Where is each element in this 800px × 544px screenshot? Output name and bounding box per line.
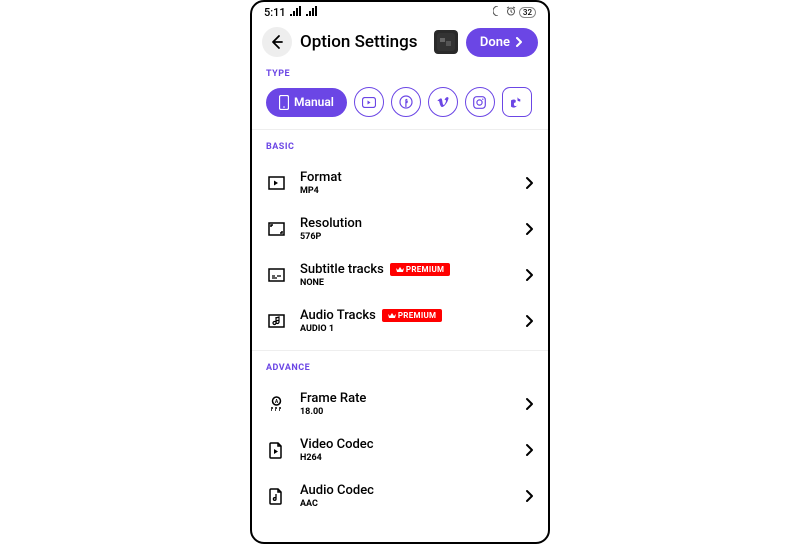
chevron-right-icon <box>514 37 524 47</box>
subtitle-title: Subtitle tracks <box>300 262 384 277</box>
premium-badge: PREMIUM <box>382 309 443 322</box>
type-row: Manual <box>266 87 534 117</box>
tiktok-icon <box>511 96 522 109</box>
crown-icon <box>396 266 404 273</box>
manual-label: Manual <box>294 95 334 109</box>
chevron-right-icon <box>525 314 534 328</box>
facebook-icon <box>399 95 413 109</box>
page-title: Option Settings <box>300 32 426 52</box>
framerate-icon: A <box>266 394 286 414</box>
status-time: 5:11 <box>264 6 286 19</box>
chevron-right-icon <box>525 176 534 190</box>
audio-codec-title: Audio Codec <box>300 483 525 498</box>
done-label: Done <box>480 35 510 50</box>
setting-subtitle-tracks[interactable]: Subtitle tracks PREMIUM NONE <box>252 252 548 298</box>
type-vimeo[interactable] <box>428 87 458 117</box>
format-value: MP4 <box>300 186 525 196</box>
status-left: 5:11 <box>264 6 318 19</box>
setting-resolution[interactable]: Resolution 576P <box>252 206 548 252</box>
video-codec-value: H264 <box>300 453 525 463</box>
status-right: 32 <box>493 6 536 19</box>
phone-frame: 5:11 32 Option Settings Done <box>250 0 550 544</box>
resolution-title: Resolution <box>300 216 525 231</box>
subtitle-icon <box>266 265 286 285</box>
status-bar: 5:11 32 <box>252 2 548 21</box>
chevron-right-icon <box>525 489 534 503</box>
type-instagram[interactable] <box>465 87 495 117</box>
instagram-icon <box>473 96 486 109</box>
signal-icon-2 <box>306 6 318 19</box>
resolution-value: 576P <box>300 232 525 242</box>
type-section: TYPE Manual <box>252 63 548 123</box>
setting-video-codec[interactable]: Video Codec H264 <box>252 427 548 473</box>
arrow-left-icon <box>269 34 285 50</box>
alarm-icon <box>506 6 516 19</box>
framerate-title: Frame Rate <box>300 391 525 406</box>
video-codec-icon <box>266 440 286 460</box>
audio-codec-value: AAC <box>300 499 525 509</box>
done-button[interactable]: Done <box>466 28 538 57</box>
setting-audio-codec[interactable]: Audio Codec AAC <box>252 473 548 519</box>
back-button[interactable] <box>262 27 292 57</box>
thumbnail-image-icon <box>437 33 455 51</box>
chevron-right-icon <box>525 268 534 282</box>
chevron-right-icon <box>525 222 534 236</box>
resolution-icon <box>266 219 286 239</box>
divider <box>252 350 548 351</box>
premium-badge: PREMIUM <box>390 263 451 276</box>
framerate-value: 18.00 <box>300 407 525 417</box>
basic-section-header: BASIC <box>252 136 548 152</box>
video-codec-title: Video Codec <box>300 437 525 452</box>
moon-icon <box>493 6 503 19</box>
crown-icon <box>388 312 396 319</box>
signal-icon <box>290 6 302 19</box>
basic-section-label: BASIC <box>266 142 534 152</box>
audio-codec-icon <box>266 486 286 506</box>
setting-frame-rate[interactable]: A Frame Rate 18.00 <box>252 381 548 427</box>
youtube-icon <box>362 97 376 108</box>
app-header: Option Settings Done <box>252 21 548 63</box>
type-facebook[interactable] <box>391 87 421 117</box>
format-title: Format <box>300 170 525 185</box>
setting-format[interactable]: Format MP4 <box>252 160 548 206</box>
type-youtube[interactable] <box>354 87 384 117</box>
format-icon <box>266 173 286 193</box>
subtitle-value: NONE <box>300 278 525 288</box>
advance-section-header: ADVANCE <box>252 357 548 373</box>
setting-audio-tracks[interactable]: Audio Tracks PREMIUM AUDIO 1 <box>252 298 548 344</box>
type-section-label: TYPE <box>266 69 534 79</box>
preview-thumbnail[interactable] <box>434 30 458 54</box>
audio-title: Audio Tracks <box>300 308 376 323</box>
type-tiktok[interactable] <box>502 87 532 117</box>
chevron-right-icon <box>525 397 534 411</box>
audio-icon <box>266 311 286 331</box>
battery-icon: 32 <box>519 7 536 18</box>
divider <box>252 129 548 130</box>
type-manual-chip[interactable]: Manual <box>266 88 347 117</box>
vimeo-icon <box>436 96 450 108</box>
audio-value: AUDIO 1 <box>300 324 525 334</box>
phone-icon <box>279 95 289 110</box>
chevron-right-icon <box>525 443 534 457</box>
advance-section-label: ADVANCE <box>266 363 534 373</box>
